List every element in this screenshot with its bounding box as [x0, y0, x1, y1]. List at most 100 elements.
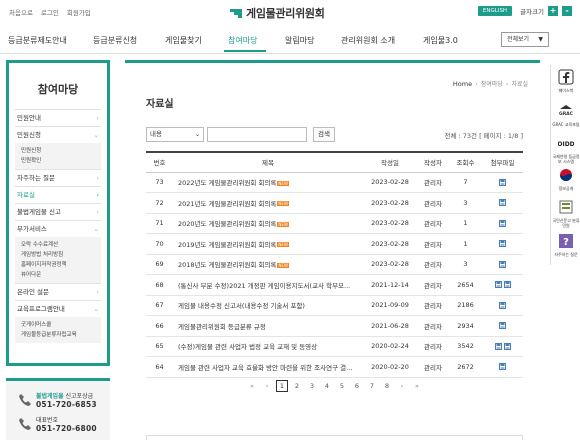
page-5-button[interactable]: 5: [336, 380, 348, 392]
prev-page-button[interactable]: ‹: [261, 380, 273, 392]
file-icon[interactable]: [499, 260, 506, 268]
search-input[interactable]: [207, 127, 307, 142]
table-row[interactable]: 72 2021년도 게임물관리위원회 회의록 NEW 2023-02-28 관리자 3: [146, 192, 523, 214]
english-button[interactable]: ENGLISH: [477, 6, 513, 16]
row-views: 7: [449, 172, 482, 193]
row-title-cell[interactable]: 2019년도 게임물관리위원회 회의록 NEW: [173, 233, 363, 255]
sidebar-subitem[interactable]: 민원신청: [21, 146, 95, 156]
page-7-button[interactable]: 7: [366, 380, 378, 392]
sidebar-item-civil-apply[interactable]: 민원신청 ⌄: [15, 126, 101, 143]
font-decrease-button[interactable]: -: [562, 6, 572, 16]
breadcrumb-home[interactable]: Home: [453, 80, 472, 88]
nav-rating-apply[interactable]: 등급분류신청: [93, 35, 137, 46]
sidebar-item-illegal-report[interactable]: 불법게임물 신고 ›: [15, 203, 101, 220]
signup-link[interactable]: 회원가입: [67, 7, 91, 17]
file-icon[interactable]: [499, 219, 506, 227]
sidebar-subitem[interactable]: 민원확인: [21, 156, 95, 166]
row-title[interactable]: 게임물 내용수정 신고서(내용수정 기술서 포함): [178, 302, 305, 310]
breadcrumb-section[interactable]: 참여마당: [481, 79, 503, 88]
table-row[interactable]: 71 2020년도 게임물관리위원회 회의록 NEW 2023-02-28 관리자 1: [146, 213, 523, 234]
next-page-button[interactable]: ›: [396, 380, 408, 392]
table-row[interactable]: 65 (수정)게임물 관련 사업자 법정 교육 교재 및 동영상 2020-02-2…: [146, 336, 523, 357]
sidebar-item-civil-guide[interactable]: 민원안내 ›: [15, 109, 101, 126]
row-title-cell[interactable]: 게임물 내용수정 신고서(내용수정 기술서 포함): [173, 295, 363, 316]
nav-game-search[interactable]: 게임물찾기: [165, 35, 202, 46]
file-icon[interactable]: [499, 301, 506, 309]
row-title[interactable]: 게임물 관련 사업자 교육 효율화 방안 마련을 위한 조사연구 결...: [178, 364, 352, 372]
search-field-select[interactable]: 내용 ⌄: [146, 127, 204, 142]
page-4-button[interactable]: 4: [321, 380, 333, 392]
quick-item-2[interactable]: GRAC GRAC 교육포털: [551, 103, 580, 127]
table-row[interactable]: 64 게임물 관련 사업자 교육 효율화 방안 마련을 위한 조사연구 결... 2…: [146, 356, 523, 378]
sidebar-item-extra-service[interactable]: 부가서비스 ⌄: [15, 220, 101, 237]
row-title[interactable]: 게임물관리위원회 등급분류 규정: [178, 323, 266, 331]
file-icon[interactable]: [499, 178, 506, 186]
table-row[interactable]: 66 게임물관리위원회 등급분류 규정 2021-06-28 관리자 2934: [146, 315, 523, 337]
file-icon[interactable]: [494, 281, 502, 289]
quick-item-6[interactable]: ? 자주하는 질문: [551, 233, 580, 257]
row-views: 3542: [449, 336, 482, 357]
row-title[interactable]: (수정)게임물 관련 사업자 법정 교육 교재 및 동영상: [178, 343, 317, 351]
sidebar-subitem[interactable]: 뷰어다운: [21, 270, 95, 280]
all-menu-dropdown[interactable]: 전체보기 ▼: [501, 32, 549, 47]
home-link[interactable]: 처음으로: [9, 7, 33, 17]
row-title[interactable]: (통신사 부분 수정)2021 개정판 게임이용지도서(교사 학부모...: [178, 282, 350, 290]
row-title-cell[interactable]: (수정)게임물 관련 사업자 법정 교육 교재 및 동영상: [173, 336, 363, 357]
table-row[interactable]: 68 (통신사 부분 수정)2021 개정판 게임이용지도서(교사 학부모... 2…: [146, 274, 523, 296]
row-title-cell[interactable]: (통신사 부분 수정)2021 개정판 게임이용지도서(교사 학부모...: [173, 274, 363, 296]
sidebar-subitem[interactable]: 오락 수수료계산: [21, 240, 95, 250]
quick-item-3[interactable]: OIDD 국제연령 등급정보 시스템: [551, 135, 580, 164]
table-row[interactable]: 69 2018년도 게임물관리위원회 회의록 NEW 2023-02-28 관리자 3: [146, 254, 523, 275]
sidebar-item-education[interactable]: 교육프로그램안내 ⌄: [15, 300, 101, 317]
row-title[interactable]: 2019년도 게임물관리위원회 회의록: [178, 241, 276, 249]
search-button[interactable]: 검색: [313, 127, 335, 142]
row-title[interactable]: 2018년도 게임물관리위원회 회의록: [178, 261, 276, 269]
file-icon[interactable]: [499, 322, 506, 330]
site-logo[interactable]: 게임물관리위원회: [230, 5, 325, 21]
report-label-highlight: 불법게임물: [36, 393, 64, 400]
file-icon[interactable]: [503, 281, 511, 289]
font-increase-button[interactable]: +: [548, 6, 558, 16]
quick-item-1[interactable]: 페이스북: [551, 69, 580, 93]
page-2-button[interactable]: 2: [291, 380, 303, 392]
sidebar-subitem[interactable]: 게임방법 처리방침: [21, 250, 95, 260]
table-row[interactable]: 67 게임물 내용수정 신고서(내용수정 기술서 포함) 2021-09-09 관리자…: [146, 295, 523, 316]
file-icon[interactable]: [503, 342, 511, 350]
page-6-button[interactable]: 6: [351, 380, 363, 392]
sidebar-item-archive[interactable]: 자료실 ›: [15, 186, 101, 203]
row-title[interactable]: 2020년도 게임물관리위원회 회의록: [178, 220, 276, 228]
file-icon[interactable]: [499, 199, 506, 207]
login-link[interactable]: 로그인: [41, 7, 59, 17]
row-title-cell[interactable]: 2018년도 게임물관리위원회 회의록 NEW: [173, 254, 363, 275]
sidebar-subitem[interactable]: 굿게이머스쿨: [21, 320, 95, 330]
row-title-cell[interactable]: 게임물관리위원회 등급분류 규정: [173, 315, 363, 337]
row-title-cell[interactable]: 게임물 관련 사업자 교육 효율화 방안 마련을 위한 조사연구 결...: [173, 356, 363, 378]
page-1-button[interactable]: 1: [276, 380, 288, 392]
nav-committee[interactable]: 관리위원회 소개: [341, 35, 395, 46]
quick-item-4[interactable]: 정보공개: [551, 167, 580, 191]
last-page-button[interactable]: »: [411, 380, 423, 392]
file-icon[interactable]: [499, 240, 506, 248]
sidebar-subitem[interactable]: 홈페이지저작권정책: [21, 260, 95, 270]
row-title[interactable]: 2021년도 게임물관리위원회 회의록: [178, 200, 276, 208]
row-title-cell[interactable]: 2020년도 게임물관리위원회 회의록 NEW: [173, 213, 363, 234]
quick-item-5[interactable]: 국민신문고 분류민원: [551, 199, 580, 228]
file-icon[interactable]: [499, 363, 506, 371]
table-row[interactable]: 73 2022년도 게임물관리위원회 회의록 NEW 2023-02-28 관리자 7: [146, 172, 523, 193]
row-title-cell[interactable]: 2021년도 게임물관리위원회 회의록 NEW: [173, 192, 363, 214]
row-title[interactable]: 2022년도 게임물관리위원회 회의록: [178, 179, 276, 187]
page-8-button[interactable]: 8: [381, 380, 393, 392]
page-3-button[interactable]: 3: [306, 380, 318, 392]
nav-game30[interactable]: 게임물3.0: [423, 35, 458, 46]
file-icon[interactable]: [494, 342, 502, 350]
nav-notice[interactable]: 알림마당: [285, 35, 314, 46]
row-title-cell[interactable]: 2022년도 게임물관리위원회 회의록 NEW: [173, 172, 363, 193]
sidebar-item-faq[interactable]: 자주하는 질문 ›: [15, 169, 101, 186]
first-page-button[interactable]: «: [246, 380, 258, 392]
sidebar-item-survey[interactable]: 온라인 설문 ›: [15, 283, 101, 300]
table-row[interactable]: 70 2019년도 게임물관리위원회 회의록 NEW 2023-02-28 관리자 1: [146, 233, 523, 255]
nav-participation[interactable]: 참여마당: [228, 35, 257, 46]
sidebar-subitem[interactable]: 게임물등급분류자립교육: [21, 330, 95, 340]
row-attachments: [482, 233, 523, 255]
nav-rating-system[interactable]: 등급분류제도안내: [8, 35, 67, 46]
